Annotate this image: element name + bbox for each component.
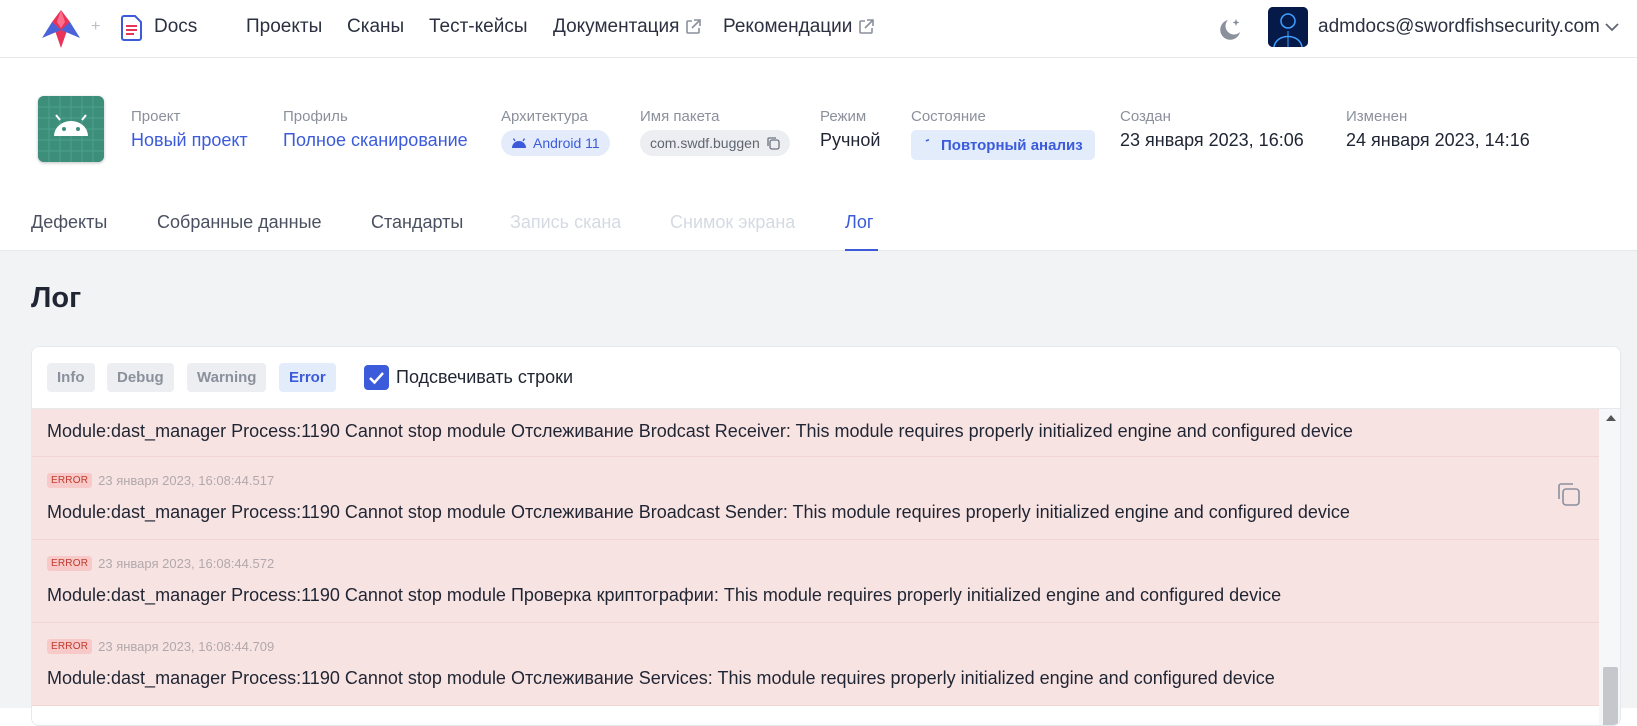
log-list: Module:dast_manager Process:1190 Cannot … <box>32 409 1599 725</box>
field-label: Изменен <box>1346 108 1408 125</box>
nav-recommendations[interactable]: Рекомендации <box>723 16 875 38</box>
log-meta: ERROR 23 января 2023, 16:08:44.517 <box>47 473 274 488</box>
log-entry: Module:dast_manager Process:1190 Cannot … <box>32 409 1599 457</box>
level-filter-error[interactable]: Error <box>279 363 336 392</box>
log-entry: ERROR 23 января 2023, 16:08:44.572 Modul… <box>32 540 1599 623</box>
tab-standards[interactable]: Стандарты <box>371 212 463 233</box>
external-link-icon <box>686 19 702 34</box>
log-message: Module:dast_manager Process:1190 Cannot … <box>47 668 1275 688</box>
error-badge: ERROR <box>47 556 93 571</box>
modified-value: 24 января 2023, 14:16 <box>1346 130 1530 150</box>
profile-link[interactable]: Полное сканирование <box>283 130 468 151</box>
field-state: Состояние Повторный анализ <box>911 108 1095 160</box>
field-label: Имя пакета <box>640 108 720 125</box>
tab-scan-recording: Запись скана <box>510 212 622 232</box>
state-value: Повторный анализ <box>941 136 1083 154</box>
highlight-rows-checkbox[interactable] <box>364 365 389 390</box>
top-navbar: + Docs Проекты Сканы Тест-кейсы Документ… <box>0 0 1637 58</box>
field-label: Проект <box>131 108 181 125</box>
chevron-down-icon[interactable] <box>1605 22 1619 32</box>
field-label: Профиль <box>283 108 348 125</box>
highlight-rows-label[interactable]: Подсвечивать строки <box>396 367 573 388</box>
log-message: Module:dast_manager Process:1190 Cannot … <box>47 502 1350 522</box>
architecture-value: Android 11 <box>533 135 600 151</box>
level-filter-debug[interactable]: Debug <box>107 363 174 392</box>
docs-icon[interactable] <box>121 15 143 41</box>
field-modified: Изменен 24 января 2023, 14:16 <box>1346 108 1530 151</box>
log-timestamp: 23 января 2023, 16:08:44.572 <box>98 556 275 571</box>
tab-collected-data[interactable]: Собранные данные <box>157 212 322 233</box>
field-mode: Режим Ручной <box>820 108 880 151</box>
android-app-icon <box>38 96 104 162</box>
field-package: Имя пакета com.swdf.buggen <box>640 108 790 156</box>
log-timestamp: 23 января 2023, 16:08:44.517 <box>98 473 275 488</box>
scroll-up-arrow-icon[interactable] <box>1606 415 1616 421</box>
log-message: Module:dast_manager Process:1190 Cannot … <box>47 421 1353 441</box>
level-filter-info[interactable]: Info <box>47 363 95 392</box>
log-message: Module:dast_manager Process:1190 Cannot … <box>47 585 1282 605</box>
user-email[interactable]: admdocs@swordfishsecurity.com <box>1318 16 1600 38</box>
tab-screenshot: Снимок экрана <box>670 212 796 232</box>
spinner-icon <box>925 139 930 142</box>
field-label: Состояние <box>911 108 986 125</box>
android-icon <box>512 138 526 148</box>
log-meta: ERROR 23 января 2023, 16:08:44.572 <box>47 556 274 571</box>
log-scrollbar[interactable] <box>1599 409 1620 725</box>
field-architecture: Архитектура Android 11 <box>501 108 610 156</box>
external-link-icon <box>859 19 875 34</box>
log-panel: Info Debug Warning Error Подсвечивать ст… <box>31 346 1621 726</box>
copy-icon[interactable] <box>766 136 780 150</box>
field-profile: Профиль Полное сканирование <box>283 108 468 151</box>
log-timestamp: 23 января 2023, 16:08:44.709 <box>98 639 275 654</box>
level-filter-warning[interactable]: Warning <box>187 363 267 392</box>
scroll-thumb[interactable] <box>1603 667 1618 725</box>
created-value: 23 января 2023, 16:06 <box>1120 130 1304 150</box>
log-toolbar: Info Debug Warning Error Подсвечивать ст… <box>32 347 1620 409</box>
project-link[interactable]: Новый проект <box>131 130 248 151</box>
scan-tabs: Дефекты Собранные данные Стандарты Запис… <box>0 200 1637 251</box>
theme-toggle-moon-icon[interactable] <box>1217 17 1243 43</box>
field-created: Создан 23 января 2023, 16:06 <box>1120 108 1304 151</box>
error-badge: ERROR <box>47 639 93 654</box>
check-icon <box>369 372 384 385</box>
nav-projects[interactable]: Проекты <box>246 16 322 38</box>
log-entry: ERROR 23 января 2023, 16:08:44.517 Modul… <box>32 457 1599 540</box>
copy-icon[interactable] <box>1555 481 1581 507</box>
plus-separator: + <box>91 18 101 35</box>
package-value: com.swdf.buggen <box>650 135 760 151</box>
avatar[interactable] <box>1268 7 1308 47</box>
tab-defects[interactable]: Дефекты <box>31 212 107 233</box>
package-chip: com.swdf.buggen <box>640 130 790 156</box>
field-label: Создан <box>1120 108 1171 125</box>
field-project: Проект Новый проект <box>131 108 248 151</box>
log-entry: ERROR 23 января 2023, 16:08:44.709 Modul… <box>32 623 1599 706</box>
log-meta: ERROR 23 января 2023, 16:08:44.709 <box>47 639 274 654</box>
status-badge: Повторный анализ <box>911 130 1095 160</box>
content-area: Лог Info Debug Warning Error Подсвечиват… <box>0 251 1637 726</box>
error-badge: ERROR <box>47 473 93 488</box>
field-label: Архитектура <box>501 108 588 125</box>
nav-test-cases[interactable]: Тест-кейсы <box>429 16 528 38</box>
nav-documentation[interactable]: Документация <box>553 16 702 38</box>
nav-scans[interactable]: Сканы <box>347 16 404 38</box>
docs-label[interactable]: Docs <box>154 16 197 38</box>
field-label: Режим <box>820 108 867 125</box>
tab-log[interactable]: Лог <box>845 212 873 233</box>
page-title: Лог <box>31 282 82 314</box>
app-logo[interactable] <box>40 8 82 48</box>
mode-value: Ручной <box>820 130 881 150</box>
architecture-chip: Android 11 <box>501 130 610 156</box>
